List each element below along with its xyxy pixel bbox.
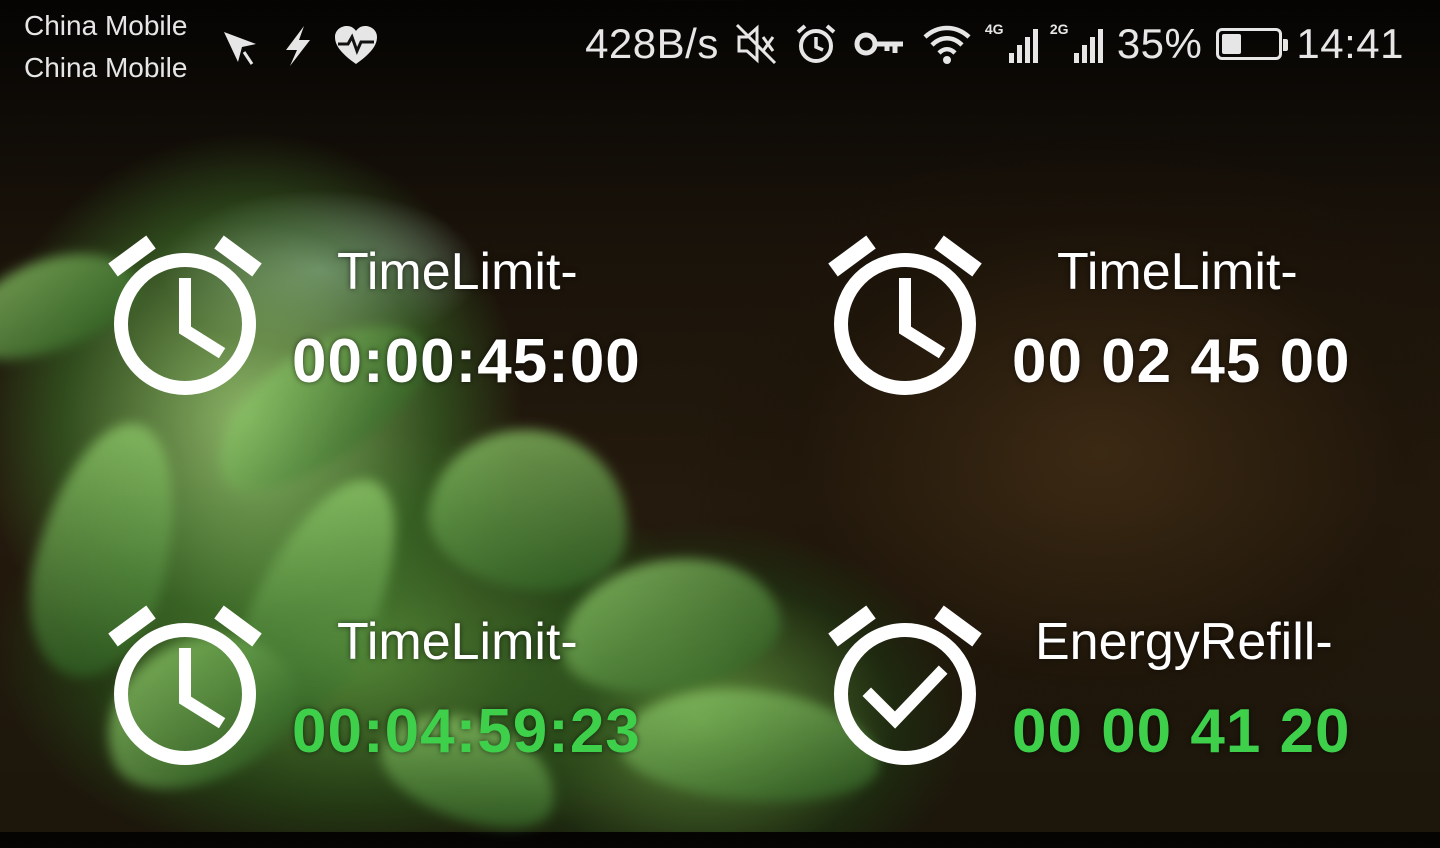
signal-2g-tag: 2G: [1049, 21, 1069, 37]
timer-label: TimeLimit-: [1057, 243, 1298, 301]
cell-signal-4g-icon: 4G: [985, 21, 1038, 63]
battery-fill: [1222, 34, 1242, 54]
timer-label: EnergyRefill-: [1035, 613, 1333, 671]
stopwatch-check-icon: [828, 605, 982, 765]
flash-icon: [286, 26, 310, 66]
clock-time: 14:41: [1296, 20, 1404, 67]
cell-signal-2g-icon: 2G: [1050, 21, 1103, 63]
network-speed: 428B/s: [585, 20, 719, 67]
carrier-1: China Mobile: [24, 10, 188, 41]
timer-label: TimeLimit-: [337, 613, 578, 671]
timer-label: TimeLimit-: [337, 243, 578, 301]
health-heart-icon: [335, 26, 377, 64]
vpn-key-icon: [854, 32, 903, 56]
alarm-icon: [796, 24, 836, 63]
carrier-2: China Mobile: [24, 52, 188, 83]
status-bar: China Mobile China Mobile 428B/s 4G 2G 3…: [0, 0, 1440, 96]
location-arrow-icon: [224, 32, 256, 65]
timer-value: 00 00 41 20: [1012, 697, 1351, 766]
timer-value: 00 02 45 00: [1012, 327, 1351, 396]
timer-value: 00:00:45:00: [292, 327, 641, 396]
battery-percent: 35%: [1116, 20, 1203, 67]
mute-icon: [735, 23, 776, 65]
wifi-icon: [923, 25, 971, 64]
battery-icon: [1216, 28, 1289, 60]
timer-value: 00:04:59:23: [292, 697, 641, 766]
signal-4g-tag: 4G: [984, 21, 1004, 37]
stopwatch-clock-icon: [828, 235, 982, 395]
stopwatch-clock-icon: [108, 235, 262, 395]
stopwatch-clock-icon: [108, 605, 262, 765]
